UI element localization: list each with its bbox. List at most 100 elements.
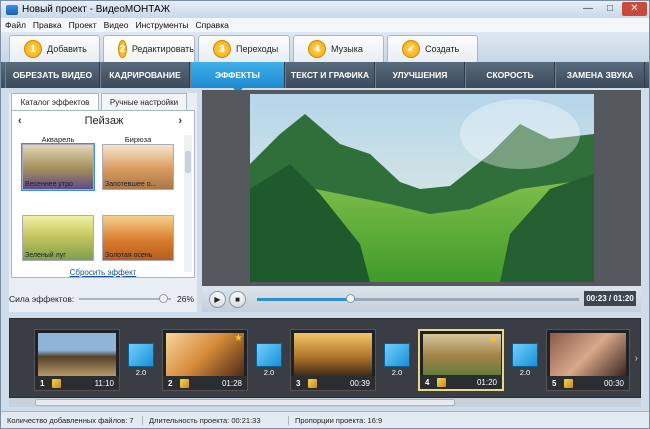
edit-pencil-icon[interactable]: [52, 378, 61, 388]
menu-tools[interactable]: Инструменты: [135, 20, 188, 30]
seek-bar[interactable]: [257, 294, 579, 303]
seek-progress: [257, 298, 351, 301]
tab-replace-audio[interactable]: ЗАМЕНА ЗВУКА: [555, 62, 645, 88]
step-create-label: Создать: [425, 44, 460, 54]
clip-duration: 11:10: [94, 378, 114, 388]
maximize-button[interactable]: □: [599, 2, 621, 16]
video-preview: [202, 90, 641, 286]
clip-info-bar: 4 01:20: [420, 375, 502, 389]
step-create[interactable]: ✓ Создать: [387, 35, 478, 62]
timeline-clip[interactable]: ★ 4 01:20: [418, 329, 504, 391]
effect-caption: [102, 206, 174, 215]
reset-effect-link[interactable]: Сбросить эффект: [9, 268, 197, 277]
clip-info-bar: 3 00:39: [291, 376, 375, 390]
effects-scrollbar[interactable]: [184, 135, 192, 272]
tab-enhance[interactable]: УЛУЧШЕНИЯ: [375, 62, 465, 88]
preview-frame: [250, 94, 594, 282]
step-edit[interactable]: 2 Редактировать: [103, 35, 195, 62]
effect-name: Весеннее утро: [25, 181, 73, 188]
time-display: 00:23 / 01:20: [584, 291, 636, 306]
strength-value: 26%: [177, 294, 195, 304]
clip-index: 2: [168, 378, 173, 388]
transition-icon: [128, 343, 154, 367]
category-title: Пейзаж: [84, 115, 124, 127]
transition-icon: [256, 343, 282, 367]
scrollbar-thumb[interactable]: [35, 399, 455, 406]
clip-index: 4: [425, 377, 430, 387]
tab-effects-catalog[interactable]: Каталог эффектов: [11, 93, 99, 110]
effect-name: Зеленый луг: [25, 252, 66, 259]
step-music[interactable]: 4 Музыка: [293, 35, 384, 62]
effect-item[interactable]: Бирюза Запотевшее о...: [102, 135, 174, 190]
timeline-scrollbar[interactable]: [9, 398, 641, 407]
step-edit-label: Редактировать: [131, 44, 194, 54]
edit-pencil-icon[interactable]: [180, 378, 189, 388]
transition-item[interactable]: 2.0: [128, 343, 154, 379]
step-transitions-label: Переходы: [236, 44, 279, 54]
clip-thumbnail: [550, 333, 626, 376]
edit-pencil-icon[interactable]: [564, 378, 573, 388]
tab-speed[interactable]: СКОРОСТЬ: [465, 62, 555, 88]
transition-item[interactable]: 2.0: [512, 343, 538, 379]
clip-info-bar: 1 11:10: [35, 376, 119, 390]
transition-item[interactable]: 2.0: [256, 343, 282, 379]
clip-thumbnail: [294, 333, 372, 376]
clip-duration: 01:20: [476, 377, 497, 387]
step-add[interactable]: 1 Добавить: [9, 35, 100, 62]
star-icon: ★: [489, 334, 498, 345]
effect-item[interactable]: Зеленый луг: [22, 206, 94, 261]
clip-index: 1: [40, 378, 45, 388]
effect-item[interactable]: Акварель Весеннее утро: [21, 135, 95, 191]
effect-item[interactable]: Золотая осень: [102, 206, 174, 261]
effect-name: Запотевшее о...: [105, 181, 157, 188]
menu-edit[interactable]: Правка: [33, 20, 62, 30]
next-category-icon[interactable]: ›: [178, 115, 182, 127]
window-title: Новый проект - ВидеоМОНТАЖ: [22, 4, 170, 15]
edit-pencil-icon[interactable]: [308, 378, 317, 388]
tab-manual-settings[interactable]: Ручные настройки: [101, 93, 187, 110]
tab-crop[interactable]: КАДРИРОВАНИЕ: [100, 62, 190, 88]
transition-item[interactable]: 2.0: [384, 343, 410, 379]
clip-index: 3: [296, 378, 301, 388]
close-button[interactable]: ✕: [622, 2, 647, 16]
tab-effects[interactable]: ЭФФЕКТЫ: [190, 62, 285, 93]
player-controls: ▶ ■ 00:23 / 01:20: [202, 286, 641, 312]
tab-trim[interactable]: ОБРЕЗАТЬ ВИДЕО: [5, 62, 100, 88]
workflow-steps: 1 Добавить 2 Редактировать 3 Переходы 4 …: [1, 32, 649, 62]
clip-duration: 01:28: [221, 378, 242, 388]
status-file-count: Количество добавленных файлов: 7: [1, 415, 143, 425]
step-transitions[interactable]: 3 Переходы: [198, 35, 290, 62]
step-number-2: 2: [118, 40, 127, 58]
status-aspect-ratio: Пропорции проекта: 16:9: [295, 415, 383, 425]
timeline: 1 11:10 2.0 ★ 2 01:28 2.0 3 00:39 2.0 ★ …: [9, 318, 641, 398]
timeline-clip[interactable]: ★ 2 01:28: [162, 329, 248, 391]
effects-catalog: ‹ Пейзаж › Акварель Весеннее утро Бирюза…: [11, 110, 195, 278]
strength-slider-knob[interactable]: [159, 294, 168, 303]
edit-pencil-icon[interactable]: [437, 377, 446, 387]
menu-project[interactable]: Проект: [69, 20, 97, 30]
menu-help[interactable]: Справка: [195, 20, 228, 30]
timeline-clip[interactable]: 3 00:39: [290, 329, 376, 391]
effect-strength: Сила эффектов: 26%: [9, 292, 197, 306]
clip-duration: 00:30: [603, 378, 624, 388]
step-number-4: 4: [308, 40, 326, 58]
title-bar: Новый проект - ВидеоМОНТАЖ — □ ✕: [1, 1, 649, 18]
scrollbar-thumb[interactable]: [185, 151, 191, 173]
chevron-right-icon[interactable]: ›: [635, 353, 638, 364]
timeline-clip[interactable]: 5 00:30: [546, 329, 630, 391]
menu-video[interactable]: Видео: [104, 20, 129, 30]
timeline-clip[interactable]: 1 11:10: [34, 329, 120, 391]
status-bar: Количество добавленных файлов: 7 Длитель…: [1, 411, 649, 428]
star-icon: ★: [234, 333, 243, 344]
strength-slider[interactable]: [79, 294, 171, 303]
stop-icon[interactable]: ■: [229, 290, 246, 308]
menu-file[interactable]: Файл: [5, 20, 26, 30]
seek-knob[interactable]: [346, 294, 356, 303]
step-number-1: 1: [24, 40, 42, 58]
minimize-button[interactable]: —: [577, 2, 599, 16]
transition-duration: 2.0: [519, 368, 531, 377]
check-icon: ✓: [402, 40, 420, 58]
step-music-label: Музыка: [331, 44, 363, 54]
tab-text-graphics[interactable]: ТЕКСТ И ГРАФИКА: [285, 62, 375, 88]
play-icon[interactable]: ▶: [209, 290, 226, 308]
